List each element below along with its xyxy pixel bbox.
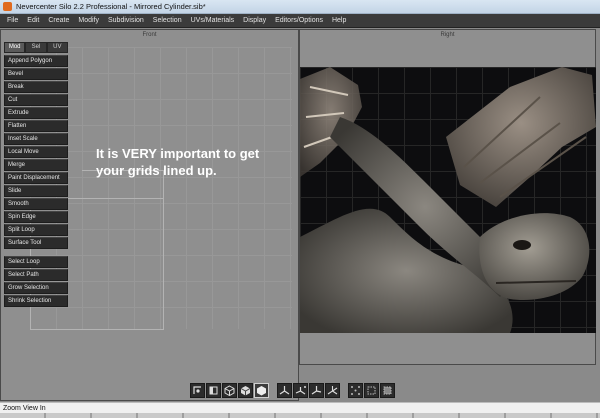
spin-edge-button[interactable]: Spin Edge: [4, 211, 68, 223]
axis-z-icon[interactable]: [309, 383, 324, 398]
menu-display[interactable]: Display: [240, 17, 272, 24]
menu-file[interactable]: File: [4, 17, 24, 24]
face-select-icon[interactable]: [380, 383, 395, 398]
bottom-toolbar: [190, 381, 395, 400]
slide-button[interactable]: Slide: [4, 185, 68, 197]
annotation-text: It is VERY important to get your grids l…: [96, 145, 306, 179]
cut-button[interactable]: Cut: [4, 94, 68, 106]
menu-selection[interactable]: Selection: [150, 17, 188, 24]
inset-scale-button[interactable]: Inset Scale: [4, 133, 68, 145]
reference-image: [300, 67, 596, 333]
flatten-button[interactable]: Flatten: [4, 120, 68, 132]
grow-selection-button[interactable]: Grow Selection: [4, 282, 68, 294]
tab-mod[interactable]: Mod: [4, 42, 26, 53]
shrink-selection-button[interactable]: Shrink Selection: [4, 295, 68, 307]
surface-tool-button[interactable]: Surface Tool: [4, 237, 68, 249]
bevel-button[interactable]: Bevel: [4, 68, 68, 80]
select-path-button[interactable]: Select Path: [4, 269, 68, 281]
vertex-select-icon[interactable]: [348, 383, 363, 398]
axis-y-icon[interactable]: [293, 383, 308, 398]
paint-displacement-button[interactable]: Paint Displacement: [4, 172, 68, 184]
axis-x-icon[interactable]: [277, 383, 292, 398]
menu-help[interactable]: Help: [329, 17, 352, 24]
edge-select-icon[interactable]: [364, 383, 379, 398]
menu-bar: File Edit Create Modify Subdivision Sele…: [0, 14, 600, 28]
tool-panel: Mod Sel UV Append Polygon Bevel Break Cu…: [4, 42, 68, 308]
taskbar-strip: [0, 413, 600, 418]
window-title: Nevercenter Silo 2.2 Professional - Mirr…: [16, 2, 206, 11]
split-loop-button[interactable]: Split Loop: [4, 224, 68, 236]
cube-shaded-icon[interactable]: [238, 383, 253, 398]
merge-button[interactable]: Merge: [4, 159, 68, 171]
tab-uv[interactable]: UV: [46, 42, 68, 53]
select-loop-button[interactable]: Select Loop: [4, 256, 68, 268]
append-polygon-button[interactable]: Append Polygon: [4, 55, 68, 67]
front-viewport-label: Front: [142, 32, 157, 38]
right-viewport-label: Right: [440, 32, 455, 38]
hex-render-icon[interactable]: [254, 383, 269, 398]
menu-edit[interactable]: Edit: [24, 17, 45, 24]
menu-uvs-materials[interactable]: UVs/Materials: [188, 17, 241, 24]
cube-view-icon[interactable]: [222, 383, 237, 398]
annotation-line-1: It is VERY important to get: [96, 146, 260, 161]
tab-sel[interactable]: Sel: [25, 42, 47, 53]
smooth-button[interactable]: Smooth: [4, 198, 68, 210]
move-tool-icon[interactable]: [190, 383, 205, 398]
annotation-line-2: your grids lined up.: [96, 163, 217, 178]
app-icon: [3, 2, 12, 11]
menu-create[interactable]: Create: [45, 17, 75, 24]
title-bar: Nevercenter Silo 2.2 Professional - Mirr…: [0, 0, 600, 14]
dragon-image: [300, 67, 596, 333]
tool-tabs: Mod Sel UV: [4, 42, 68, 53]
axis-all-icon[interactable]: [325, 383, 340, 398]
break-button[interactable]: Break: [4, 81, 68, 93]
local-move-button[interactable]: Local Move: [4, 146, 68, 158]
menu-modify[interactable]: Modify: [75, 17, 105, 24]
face-view-icon[interactable]: [206, 383, 221, 398]
status-text: Zoom View In: [3, 405, 46, 412]
menu-subdivision[interactable]: Subdivision: [105, 17, 150, 24]
extrude-button[interactable]: Extrude: [4, 107, 68, 119]
menu-editors-options[interactable]: Editors/Options: [272, 17, 329, 24]
